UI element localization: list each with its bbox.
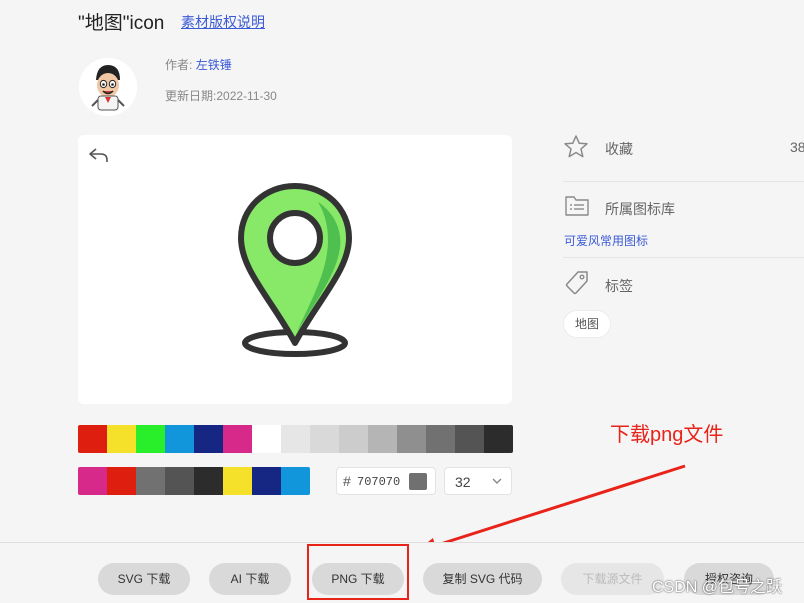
color-preview-swatch[interactable]: [409, 473, 427, 490]
color-swatch[interactable]: [136, 425, 165, 453]
author-label: 作者:: [165, 58, 193, 72]
icon-library-label: 所属图标库: [605, 201, 675, 217]
color-palette-row-1: [78, 425, 513, 453]
color-swatch[interactable]: [165, 467, 194, 495]
color-swatch[interactable]: [107, 425, 136, 453]
license-link[interactable]: 素材版权说明: [181, 12, 265, 32]
watermark: CSDN @包号之跃: [652, 579, 783, 596]
svg-download-button[interactable]: SVG 下载: [98, 563, 190, 595]
ai-download-button[interactable]: AI 下载: [209, 563, 291, 595]
color-swatch[interactable]: [78, 425, 107, 453]
icon-library-icon: [565, 196, 589, 216]
color-swatch[interactable]: [165, 425, 194, 453]
hex-value[interactable]: 707070: [357, 475, 400, 489]
size-value: 32: [455, 474, 471, 490]
color-swatch[interactable]: [252, 467, 281, 495]
color-swatch[interactable]: [136, 467, 165, 495]
color-swatch[interactable]: [194, 467, 223, 495]
color-swatch[interactable]: [484, 425, 513, 453]
color-swatch[interactable]: [223, 425, 252, 453]
download-source-button[interactable]: 下载源文件: [561, 563, 664, 595]
author-row: 作者: 左铁锤: [165, 56, 232, 73]
divider: [563, 181, 804, 182]
date-label: 更新日期:: [165, 89, 217, 103]
color-swatch[interactable]: [252, 425, 281, 453]
avatar-icon: [79, 58, 137, 116]
color-swatch[interactable]: [107, 467, 136, 495]
color-swatch[interactable]: [368, 425, 397, 453]
map-pin-icon: [238, 183, 352, 357]
color-swatch[interactable]: [397, 425, 426, 453]
size-select[interactable]: 32: [444, 467, 512, 495]
color-swatch[interactable]: [194, 425, 223, 453]
tag-icon: [565, 271, 588, 295]
author-link[interactable]: 左铁锤: [196, 58, 232, 72]
star-icon[interactable]: [563, 134, 589, 160]
color-palette-row-2: [78, 467, 310, 495]
favorite-label[interactable]: 收藏: [605, 139, 633, 159]
chevron-down-icon: [492, 478, 502, 484]
color-swatch[interactable]: [310, 425, 339, 453]
undo-icon[interactable]: [88, 146, 110, 164]
color-swatch[interactable]: [426, 425, 455, 453]
color-hex-input[interactable]: # 707070: [336, 467, 436, 495]
favorite-count: 38: [790, 139, 804, 155]
hash-label: #: [343, 473, 351, 489]
update-date: 更新日期:2022-11-30: [165, 87, 277, 104]
annotation-text: 下载png文件: [610, 424, 724, 446]
tags-label: 标签: [605, 278, 633, 294]
page-title: "地图"icon: [78, 13, 165, 34]
color-swatch[interactable]: [223, 467, 252, 495]
divider: [563, 257, 804, 258]
highlight-box: [307, 544, 409, 600]
icon-library-link[interactable]: 可爱风常用图标: [564, 232, 648, 249]
avatar[interactable]: [79, 58, 137, 116]
color-swatch[interactable]: [339, 425, 368, 453]
color-swatch[interactable]: [281, 425, 310, 453]
date-value: 2022-11-30: [216, 89, 277, 103]
color-swatch[interactable]: [78, 467, 107, 495]
copy-svg-code-button[interactable]: 复制 SVG 代码: [423, 563, 542, 595]
color-swatch[interactable]: [281, 467, 310, 495]
color-swatch[interactable]: [455, 425, 484, 453]
tag-chip[interactable]: 地图: [563, 310, 611, 338]
